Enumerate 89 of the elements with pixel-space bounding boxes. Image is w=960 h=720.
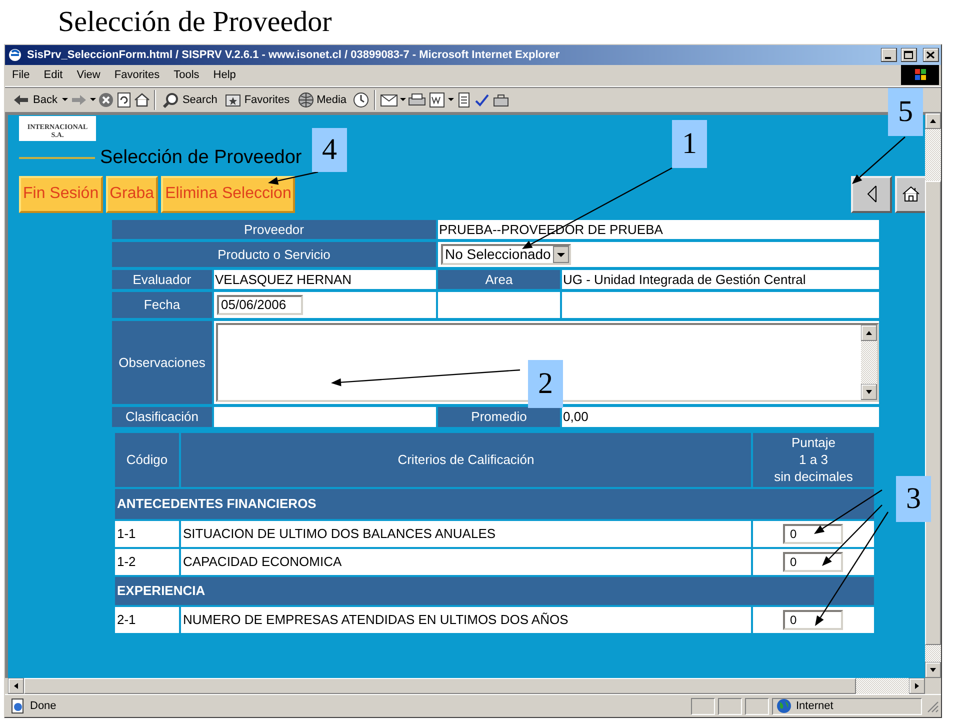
home-icon[interactable]: [134, 92, 150, 108]
field-value: VELASQUEZ HERNAN: [214, 270, 436, 289]
caret-icon[interactable]: [400, 98, 406, 102]
status-panel: [745, 698, 769, 715]
table-cell: 1-2: [115, 548, 179, 575]
score-field[interactable]: 0: [783, 524, 843, 544]
table-cell: NUMERO DE EMPRESAS ATENDIDAS EN ULTIMOS DOS AÑOS: [181, 606, 751, 633]
favorites-button[interactable]: Favorites: [222, 92, 293, 108]
slide-title: Selección de Proveedor: [58, 6, 332, 38]
callout-number: 4: [312, 128, 347, 172]
check-icon[interactable]: [474, 92, 490, 108]
column-header: Criterios de Calificación: [181, 432, 751, 487]
maximize-button[interactable]: [901, 48, 917, 62]
page-icon: [10, 698, 26, 714]
scrollbar-thumb[interactable]: [24, 678, 856, 694]
observations-field[interactable]: [216, 322, 879, 402]
scroll-down-button[interactable]: [861, 384, 877, 400]
product-select[interactable]: No Seleccionado: [441, 244, 571, 265]
scrollbar-thumb[interactable]: [925, 180, 941, 645]
scroll-up-button[interactable]: [861, 324, 877, 341]
caret-icon[interactable]: [62, 98, 68, 102]
menu-item[interactable]: File: [5, 69, 37, 82]
back-button[interactable]: Back: [9, 92, 60, 108]
field-label: Producto o Servicio: [112, 242, 436, 267]
status-panel: [718, 698, 742, 715]
menu-item[interactable]: Favorites: [107, 69, 167, 82]
menu-item[interactable]: View: [70, 69, 108, 82]
section-header: EXPERIENCIA: [115, 576, 874, 605]
status-text: Done: [30, 700, 56, 712]
field-label: Fecha: [112, 292, 212, 318]
field-value: 0,00: [562, 406, 879, 427]
windows-logo-icon: [901, 65, 939, 86]
notepad-icon[interactable]: [456, 92, 472, 108]
caret-icon[interactable]: [448, 98, 454, 102]
table-cell: 2-1: [115, 606, 179, 633]
close-button[interactable]: [923, 48, 939, 62]
zone-label: Internet: [796, 700, 834, 712]
score-field[interactable]: 0: [783, 610, 843, 630]
table-cell: 1-1: [115, 520, 179, 547]
callout-number: 3: [896, 476, 931, 522]
field-label: Area: [438, 270, 560, 289]
back-triangle-icon: [866, 184, 878, 204]
section-header: ANTECEDENTES FINANCIEROS: [115, 488, 874, 519]
arrow: [852, 136, 906, 184]
search-button[interactable]: Search: [160, 92, 220, 108]
date-field[interactable]: 05/06/2006: [217, 294, 303, 315]
window-title: SisPrv_SeleccionForm.html / SISPRV V.2.6.1 - www.isonet.cl / 03899083-7 - Microsoft Internet Explorer: [27, 48, 560, 61]
status-panel: [691, 698, 715, 715]
printer-icon[interactable]: [408, 92, 426, 108]
home-icon: [902, 185, 920, 204]
browser-icon: [7, 46, 23, 63]
field-label: Promedio: [438, 406, 560, 427]
caret-icon[interactable]: [90, 98, 96, 102]
column-header: Código: [115, 432, 179, 487]
envelope-icon[interactable]: [380, 92, 398, 108]
minimize-button[interactable]: [881, 48, 897, 62]
callout-number: 5: [888, 88, 923, 136]
field-value: UG - Unidad Integrada de Gestión Central: [562, 270, 879, 289]
callout-number: 1: [672, 120, 707, 168]
page-title: Selección de Proveedor: [100, 146, 302, 169]
media-button[interactable]: Media: [294, 92, 350, 108]
refresh-icon[interactable]: [116, 92, 132, 108]
document-icon[interactable]: [428, 92, 446, 108]
table-cell: CAPACIDAD ECONOMICA: [181, 548, 751, 575]
toolbox-icon[interactable]: [492, 92, 510, 108]
resize-grip-icon[interactable]: [925, 699, 939, 714]
scroll-up-button[interactable]: [925, 112, 941, 129]
stop-icon[interactable]: [98, 92, 114, 108]
home-button[interactable]: [895, 176, 925, 213]
table-cell: SITUACION DE ULTIMO DOS BALANCES ANUALES: [181, 520, 751, 547]
score-field[interactable]: 0: [783, 552, 843, 572]
scroll-left-button[interactable]: [8, 678, 24, 694]
field-label: Proveedor: [112, 220, 436, 239]
scroll-down-button[interactable]: [925, 662, 941, 678]
search-icon: [163, 92, 180, 108]
field-label: Clasificación: [112, 406, 212, 427]
menu-item[interactable]: Edit: [36, 69, 70, 82]
menu-item[interactable]: Tools: [166, 69, 206, 82]
back-button[interactable]: [851, 176, 892, 213]
callout-number: 2: [528, 360, 563, 408]
globe-icon: [298, 92, 314, 108]
arrow: [268, 171, 318, 185]
globe-icon: [776, 698, 792, 714]
menu-item[interactable]: Help: [206, 69, 243, 82]
field-label: Evaluador: [112, 270, 212, 289]
scroll-right-button[interactable]: [909, 678, 925, 694]
column-header: Puntaje 1 a 3 sin decimales: [753, 432, 874, 487]
clock-icon[interactable]: [352, 92, 370, 108]
field-label: Observaciones: [112, 320, 212, 404]
